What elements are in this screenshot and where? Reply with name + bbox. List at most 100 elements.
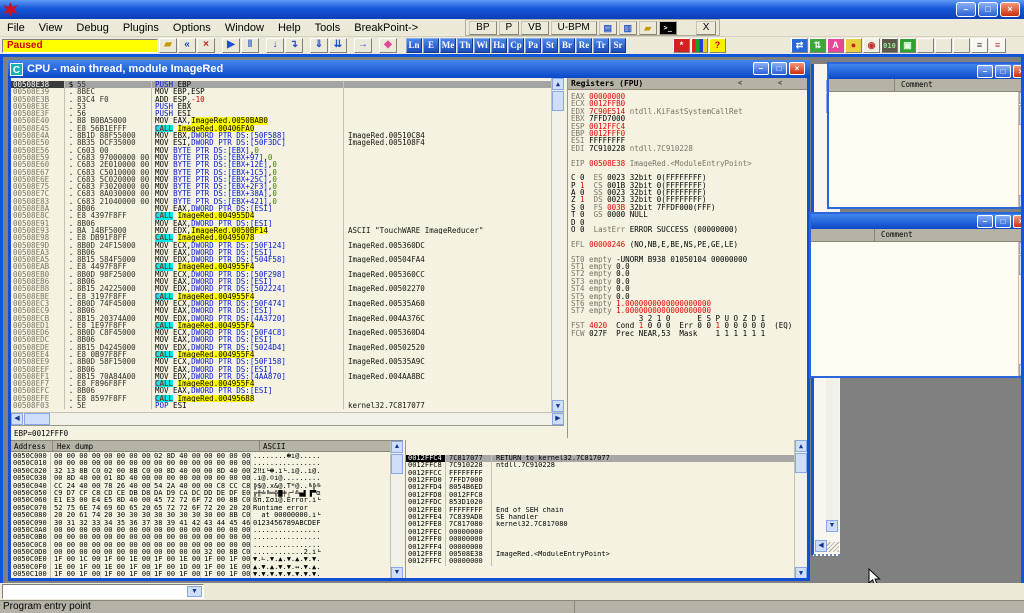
dump-row[interactable]: 0050C02032 13 8B C002 00 8B C000 8D 40 0… <box>11 468 390 475</box>
disasm-row[interactable]: 00508E3F.56PUSH ESI <box>11 110 551 117</box>
register-line[interactable]: EBX 7FFD7000 <box>571 115 807 122</box>
toolbar-letter-wi[interactable]: Wi <box>474 38 490 53</box>
stack-row[interactable]: 0012FFFC00000000 <box>406 558 807 565</box>
register-line[interactable] <box>571 152 807 159</box>
toolbar-letter-ha[interactable]: Ha <box>491 38 507 53</box>
disasm-row[interactable]: 00508EA3.8B06MOV EAX,DWORD PTR DS:[ESI] <box>11 249 551 256</box>
stack-row[interactable]: 0012FFF000000000 <box>406 536 807 543</box>
disasm-row[interactable]: 00508EE4.E8 0B97F8FFCALL ImageRed.004955… <box>11 351 551 358</box>
scroll-down-icon[interactable]: ▼ <box>1019 195 1024 207</box>
maximize-button[interactable]: □ <box>995 215 1011 228</box>
register-line[interactable]: ST2 empty 0.0 <box>571 270 807 277</box>
scroll-up-icon[interactable]: ▲ <box>391 441 403 453</box>
execute-till-return-button[interactable]: → <box>354 38 372 53</box>
dump-row[interactable]: 0050C07052 75 6E 7469 6D 65 2065 72 72 6… <box>11 505 390 512</box>
plugin-button-p[interactable]: P <box>499 21 520 35</box>
disasm-row[interactable]: 00508E3E.53PUSH EBX <box>11 103 551 110</box>
register-line[interactable]: ST0 empty -UNORM B938 01050104 00000000 <box>571 256 807 263</box>
scroll-down-icon[interactable]: ▼ <box>552 400 564 412</box>
scroll-down-icon[interactable]: ▼ <box>826 520 838 532</box>
dump-row[interactable]: 0050C060E1 E3 00 E4E5 8D 40 0045 72 72 6… <box>11 497 390 504</box>
stack-row[interactable]: 0012FFD07FFD7000 <box>406 477 807 484</box>
menu-item-debug[interactable]: Debug <box>69 21 115 35</box>
registers-prev2-icon[interactable]: < <box>773 79 787 89</box>
maximize-button[interactable]: □ <box>995 65 1011 78</box>
register-line[interactable]: A 0 SS 0023 32bit 0(FFFFFFFF) <box>571 189 807 196</box>
dump-row[interactable]: 0050C0C000 00 00 0000 00 00 0000 00 00 0… <box>11 542 390 549</box>
register-line[interactable] <box>571 233 807 240</box>
register-line[interactable]: ST3 empty 0.0 <box>571 278 807 285</box>
stack-row[interactable]: 0012FFC87C910228ntdll.7C910228 <box>406 462 807 469</box>
disasm-row[interactable]: 00508E98.E8 DB91F8FFCALL ImageRed.004950… <box>11 234 551 241</box>
register-line[interactable]: EAX 00000000 <box>571 93 807 100</box>
names-window-scrollbar[interactable]: ▲ ▼ <box>1018 242 1024 376</box>
animate-over-button[interactable]: ⇊ <box>329 38 347 53</box>
menu-item-file[interactable]: File <box>0 21 32 35</box>
register-line[interactable]: FCW 027F Prec NEAR,53 Mask 1 1 1 1 1 1 <box>571 330 807 337</box>
scroll-right-icon[interactable]: ▶ <box>552 413 564 425</box>
scroll-thumb[interactable] <box>795 453 807 473</box>
cpu-minimize-button[interactable]: – <box>753 62 769 75</box>
disasm-row[interactable]: 00508ED1.E8 1E97F8FFCALL ImageRed.004955… <box>11 322 551 329</box>
cpu-close-button[interactable]: × <box>789 62 805 75</box>
stack-row[interactable]: 0012FFEC00000000 <box>406 529 807 536</box>
scroll-left-icon[interactable]: ◀ <box>11 413 23 425</box>
breakpoint-button[interactable]: ● <box>845 38 862 53</box>
stack-row[interactable]: 0012FFC47C817077RETURN to kernel32.7C817… <box>406 455 807 462</box>
help-button[interactable]: ? <box>709 38 726 53</box>
log-button[interactable]: ≡ <box>989 38 1006 53</box>
disasm-row[interactable]: 00508EE9.8B0D 58F15000MOV ECX,DWORD PTR … <box>11 358 551 365</box>
scroll-down-icon[interactable]: ▼ <box>1019 364 1024 376</box>
stack-row[interactable]: 0012FFE0FFFFFFFFEnd of SEH chain <box>406 507 807 514</box>
toolbar-letter-tr[interactable]: Tr <box>593 38 609 53</box>
toolbar-letter-st[interactable]: St <box>542 38 558 53</box>
ascii-view-button[interactable]: A <box>827 38 844 53</box>
dump-row[interactable]: 0050C0D000 00 00 0000 00 00 0000 00 00 0… <box>11 549 390 556</box>
step-into-button[interactable]: ↓ <box>266 38 284 53</box>
disasm-row[interactable]: 00508EEF.8B06MOV EAX,DWORD PTR DS:[ESI] <box>11 366 551 373</box>
stack-row[interactable]: 0012FFCCFFFFFFFF <box>406 470 807 477</box>
scroll-up-icon[interactable]: ▲ <box>1019 242 1024 254</box>
menu-item-tools[interactable]: Tools <box>308 21 348 35</box>
window-button[interactable]: ▣ <box>899 38 916 53</box>
step-over-button[interactable]: ↴ <box>285 38 303 53</box>
minimize-button[interactable]: – <box>977 65 993 78</box>
register-line[interactable]: D 0 <box>571 219 807 226</box>
menu-item-help[interactable]: Help <box>271 21 308 35</box>
plugin-button-vb[interactable]: VB <box>521 21 548 35</box>
register-line[interactable]: P 1 CS 001B 32bit 0(FFFFFFFF) <box>571 182 807 189</box>
open-button[interactable]: ▰ <box>159 38 177 53</box>
appearance-button[interactable] <box>691 38 708 53</box>
scroll-thumb[interactable] <box>552 91 564 111</box>
registers-prev-icon[interactable]: < <box>733 79 747 89</box>
dump-row[interactable]: 0050C0B000 00 00 0000 00 00 0000 00 00 0… <box>11 534 390 541</box>
register-line[interactable]: EDI 7C910228 ntdll.7C910228 <box>571 145 807 152</box>
register-line[interactable]: 3 2 1 0 E S P U O Z D I <box>571 315 807 322</box>
dump-row[interactable]: 0050C0E01F 00 1C 001F 00 1E 001F 00 1E 0… <box>11 556 390 563</box>
disasm-row[interactable]: 00508E6E.C683 5C020000 00MOV BYTE PTR DS… <box>11 176 551 183</box>
disasm-row[interactable]: 00508EFC.8B06MOV EAX,DWORD PTR DS:[ESI] <box>11 387 551 394</box>
disasm-row[interactable]: 00508EFE.E8 8597F8FFCALL ImageRed.004956… <box>11 395 551 402</box>
dump-row[interactable]: 0050C01000 00 00 0000 00 00 0000 00 00 0… <box>11 460 390 467</box>
disasm-row[interactable]: 00508E83.C683 21040000 00MOV BYTE PTR DS… <box>11 198 551 205</box>
dump-row[interactable]: 0050C03000 8D 40 0001 8D 40 0000 00 00 0… <box>11 475 390 482</box>
disasm-row[interactable]: 00508E40.B8 B0BA5000MOV EAX,ImageRed.005… <box>11 117 551 124</box>
register-line[interactable]: S 0 FS 003B 32bit 7FFDF000(FFF) <box>571 204 807 211</box>
toolbar-letter-sr[interactable]: Sr <box>610 38 626 53</box>
names-window-titlebar[interactable]: – □ × <box>811 214 1024 229</box>
disabled-button-3[interactable] <box>953 38 970 53</box>
close-program-button[interactable]: × <box>197 38 215 53</box>
dump-row[interactable]: 0050C1001F 00 1F 001F 00 1F 001F 00 1F 0… <box>11 571 390 578</box>
disabled-button-1[interactable] <box>917 38 934 53</box>
stack-row[interactable]: 0012FFDC853D1020 <box>406 499 807 506</box>
toolbar-letter-re[interactable]: Re <box>576 38 592 53</box>
toolbar-letter-pa[interactable]: Pa <box>525 38 541 53</box>
minimize-button[interactable]: – <box>956 2 976 17</box>
go-to-button[interactable]: ◆ <box>379 38 397 53</box>
toolbar-letter-th[interactable]: Th <box>457 38 473 53</box>
disasm-row[interactable]: 00508EA5.8B15 584F5000MOV EDX,DWORD PTR … <box>11 256 551 263</box>
command-combobox[interactable]: ▼ <box>2 584 204 599</box>
disasm-row[interactable]: 00508EB6.8B06MOV EAX,DWORD PTR DS:[ESI] <box>11 278 551 285</box>
menu-item-options[interactable]: Options <box>166 21 218 35</box>
folder-icon-button[interactable]: ▰ <box>639 21 657 35</box>
